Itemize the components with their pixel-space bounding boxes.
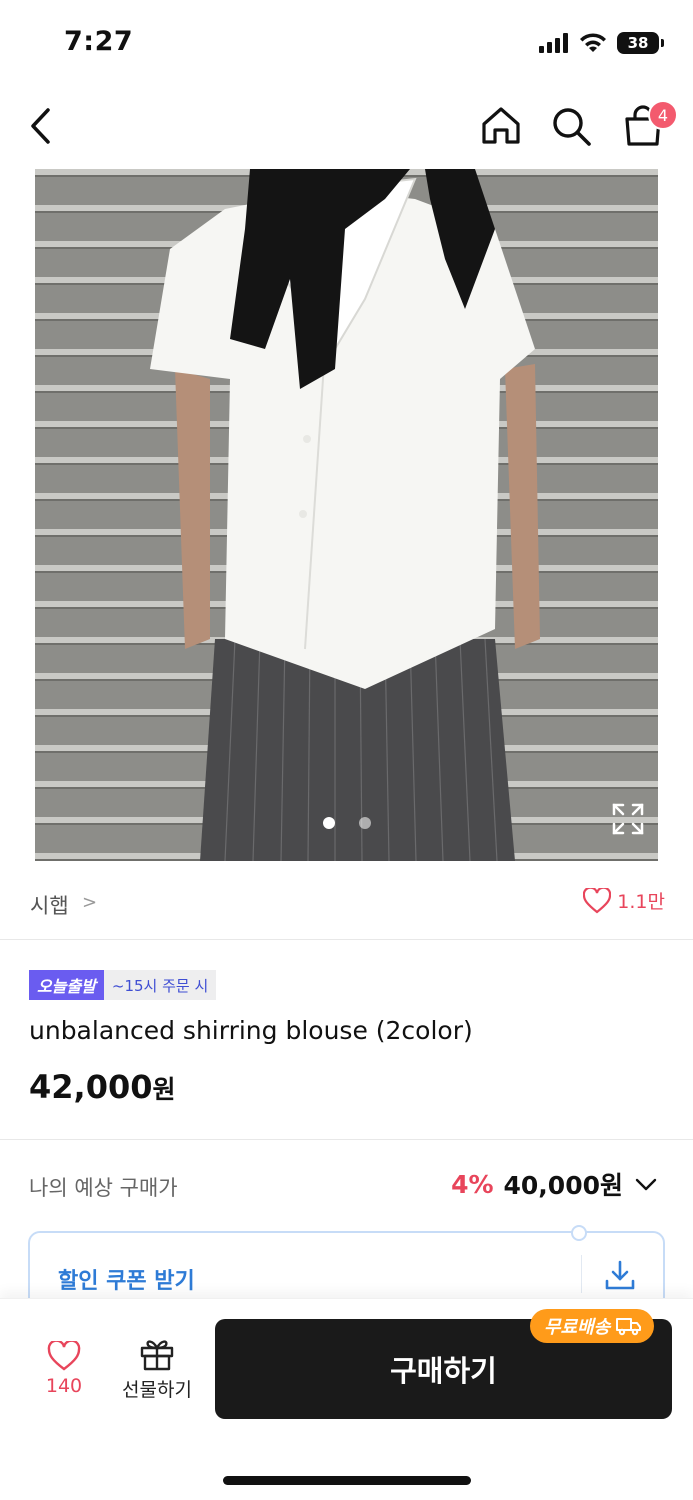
price-value: 42,000 — [29, 1068, 153, 1106]
gallery-dot-active[interactable] — [322, 817, 335, 829]
heart-icon — [47, 1341, 81, 1371]
gift-icon — [140, 1340, 174, 1371]
expected-price-label: 나의 예상 구매가 — [29, 1176, 178, 1200]
wishlist-button[interactable]: 140 — [36, 1341, 92, 1411]
gift-button[interactable]: 선물하기 — [115, 1337, 199, 1411]
order-deadline-badge: ~15시 주문 시 — [103, 970, 217, 1000]
top-nav — [0, 88, 693, 168]
brand-chevron-icon[interactable]: > — [82, 892, 97, 913]
coupon-label: 할인 쿠폰 받기 — [58, 1269, 195, 1294]
expected-price-toggle[interactable]: 4% 40,000원 — [451, 1166, 659, 1202]
heart-icon — [583, 887, 612, 913]
search-icon[interactable] — [548, 104, 594, 148]
free-shipping-label: 무료배송 — [544, 1317, 611, 1338]
gallery-dot[interactable] — [358, 817, 371, 829]
product-title: unbalanced shirring blouse (2color) — [29, 1016, 473, 1045]
expand-icon[interactable] — [610, 801, 646, 837]
coupon-separator — [581, 1255, 582, 1293]
home-icon[interactable] — [478, 104, 524, 148]
price-unit: 원 — [152, 1075, 176, 1104]
wifi-icon — [580, 33, 606, 52]
signal-icon — [539, 33, 568, 53]
battery-icon: 38 — [617, 32, 664, 54]
divider — [0, 1139, 693, 1140]
status-bar: 7:27 38 — [0, 0, 693, 88]
home-indicator — [223, 1476, 471, 1485]
product-price: 42,000원 — [29, 1068, 176, 1106]
status-time: 7:27 — [64, 26, 134, 57]
gift-label: 선물하기 — [122, 1379, 192, 1401]
divider — [0, 939, 693, 940]
chevron-down-icon[interactable] — [633, 1171, 659, 1197]
expected-price-value: 40,000원 — [503, 1171, 623, 1200]
download-icon[interactable] — [602, 1257, 638, 1293]
cart-count-badge: 4 — [648, 100, 678, 130]
brand-like-button[interactable]: 1.1만 — [583, 887, 665, 914]
free-shipping-badge: 무료배송 — [530, 1309, 655, 1343]
product-photo — [35, 169, 658, 861]
delivery-badges: 오늘출발 ~15시 주문 시 — [29, 970, 217, 1000]
wishlist-count: 140 — [45, 1375, 83, 1397]
discount-rate: 4% — [451, 1169, 494, 1199]
back-icon[interactable] — [22, 104, 62, 148]
today-shipping-badge: 오늘출발 — [29, 970, 104, 1000]
status-icons: 38 — [539, 32, 664, 54]
gallery-dots — [35, 817, 658, 829]
brand-name[interactable]: 시햅 — [30, 890, 69, 920]
brand-like-count: 1.1만 — [617, 891, 665, 913]
bottom-action-bar: 140 선물하기 구매하기 무료배송 — [0, 1298, 693, 1500]
battery-level: 38 — [627, 34, 649, 52]
product-image[interactable] — [35, 169, 658, 861]
truck-icon — [616, 1318, 642, 1336]
coupon-notch — [571, 1225, 587, 1241]
brand-row: 시햅 > 1.1만 — [0, 870, 693, 936]
